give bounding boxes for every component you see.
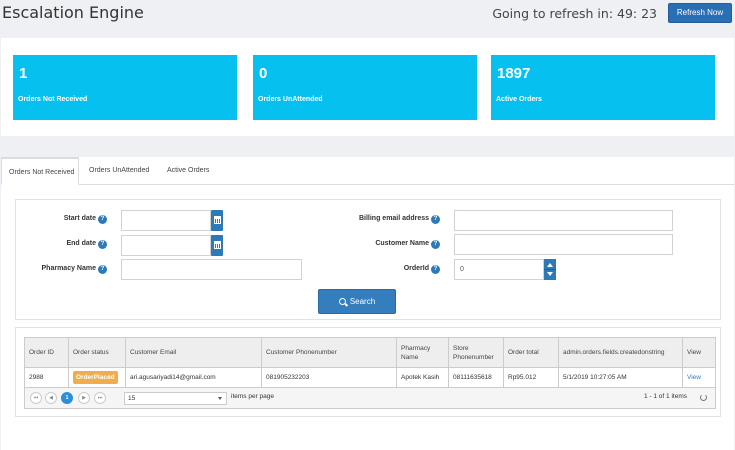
start-date-input[interactable] [121,210,211,231]
column-header[interactable]: Order total [504,338,559,367]
customer-name-label: Customer Name [375,240,429,247]
column-header[interactable]: Customer Email [126,338,262,367]
order-id-label: OrderId [403,265,429,272]
cell-order-id: 2988 [25,368,69,387]
tab-orders-unattended[interactable]: Orders UnAttended [89,157,149,185]
column-header[interactable]: Pharmacy Name [397,338,449,367]
stat-value: 0 [259,65,268,82]
column-header[interactable]: Order status [69,338,126,367]
chevron-up-icon[interactable] [547,263,553,267]
grid-header: Order ID Order status Customer Email Cus… [25,338,715,368]
page-title: Escalation Engine [2,3,144,22]
help-icon[interactable]: ? [98,265,107,274]
stat-label: Active Orders [496,96,542,103]
filter-form: Start date ? End date ? Pharmacy Name ? … [15,199,721,320]
end-date-input[interactable] [121,235,211,256]
status-badge: OrderPlaced [73,371,118,384]
tab-active-orders[interactable]: Active Orders [167,157,209,185]
next-page-button[interactable]: ▶ [78,392,90,404]
orders-grid-container: Order ID Order status Customer Email Cus… [15,327,721,417]
column-header[interactable]: admin.orders.fields.createdonstring [559,338,683,367]
column-header[interactable]: Order ID [25,338,69,367]
order-id-input[interactable]: 0 [454,259,544,280]
tab-orders-not-received[interactable]: Orders Not Received [1,157,79,185]
top-bar: Escalation Engine Going to refresh in: 4… [0,0,735,30]
first-page-button[interactable]: ⏮ [30,392,42,404]
orders-panel: Orders Not Received Orders UnAttended Ac… [1,157,734,450]
page-size-value: 15 [128,395,136,402]
end-date-label: End date [66,240,96,247]
view-link[interactable]: View [687,373,701,382]
calendar-icon[interactable] [211,235,223,256]
grid-pager: ⏮ ◀ 1 ▶ ⏭ 15 items per page 1 - 1 of 1 i… [25,388,715,408]
orders-grid: Order ID Order status Customer Email Cus… [24,337,716,409]
column-header[interactable]: View [683,338,717,367]
stat-card-orders-unattended[interactable]: 0 Orders UnAttended [253,55,477,120]
refresh-countdown: Going to refresh in: 49: 23 [492,6,657,21]
refresh-icon[interactable] [700,394,707,401]
table-row: 2988 OrderPlaced ari.agusariyadi14@gmail… [25,368,715,388]
column-header[interactable]: Store Phonenumber [449,338,504,367]
pager-range: 1 - 1 of 1 items [644,393,687,400]
help-icon[interactable]: ? [98,215,107,224]
prev-page-button[interactable]: ◀ [45,392,57,404]
help-icon[interactable]: ? [98,240,107,249]
page-number-button[interactable]: 1 [61,392,73,404]
cell-order-status: OrderPlaced [69,368,126,387]
last-page-button[interactable]: ⏭ [94,392,106,404]
stat-label: Orders UnAttended [258,96,323,103]
page-size-select[interactable]: 15 [124,392,227,405]
column-header[interactable]: Customer Phonenumber [262,338,397,367]
stat-value: 1 [19,65,28,82]
cell-store-phone: 08111635618 [449,368,504,387]
search-button-label: Search [349,297,376,306]
cell-pharmacy-name: Apotek Kasih [397,368,449,387]
stat-card-orders-not-received[interactable]: 1 Orders Not Received [13,55,237,120]
billing-email-input[interactable] [454,210,673,231]
stat-card-active-orders[interactable]: 1897 Active Orders [491,55,715,120]
order-id-stepper[interactable] [544,259,556,280]
calendar-icon[interactable] [211,210,223,231]
pharmacy-name-label: Pharmacy Name [41,265,96,272]
search-button[interactable]: Search [318,289,396,314]
chevron-down-icon [218,397,222,400]
start-date-label: Start date [63,215,96,222]
stat-label: Orders Not Received [18,96,88,103]
refresh-now-button[interactable]: Refresh Now [668,3,732,23]
items-per-page-label: items per page [231,393,274,400]
billing-email-label: Billing email address [358,215,429,222]
cell-customer-phone: 081905232203 [262,368,397,387]
help-icon[interactable]: ? [431,265,440,274]
cell-view: View [683,368,717,387]
stat-value: 1897 [497,65,531,82]
help-icon[interactable]: ? [431,215,440,224]
customer-name-input[interactable] [454,234,673,255]
chevron-down-icon[interactable] [547,272,553,276]
cell-order-total: Rp95.012 [504,368,559,387]
cell-created-on: 5/1/2019 10:27:05 AM [559,368,683,387]
cell-customer-email: ari.agusariyadi14@gmail.com [126,368,262,387]
help-icon[interactable]: ? [431,240,440,249]
search-icon [338,298,346,305]
pharmacy-name-input[interactable] [121,259,302,280]
stats-panel: 1 Orders Not Received 0 Orders UnAttende… [1,38,734,136]
